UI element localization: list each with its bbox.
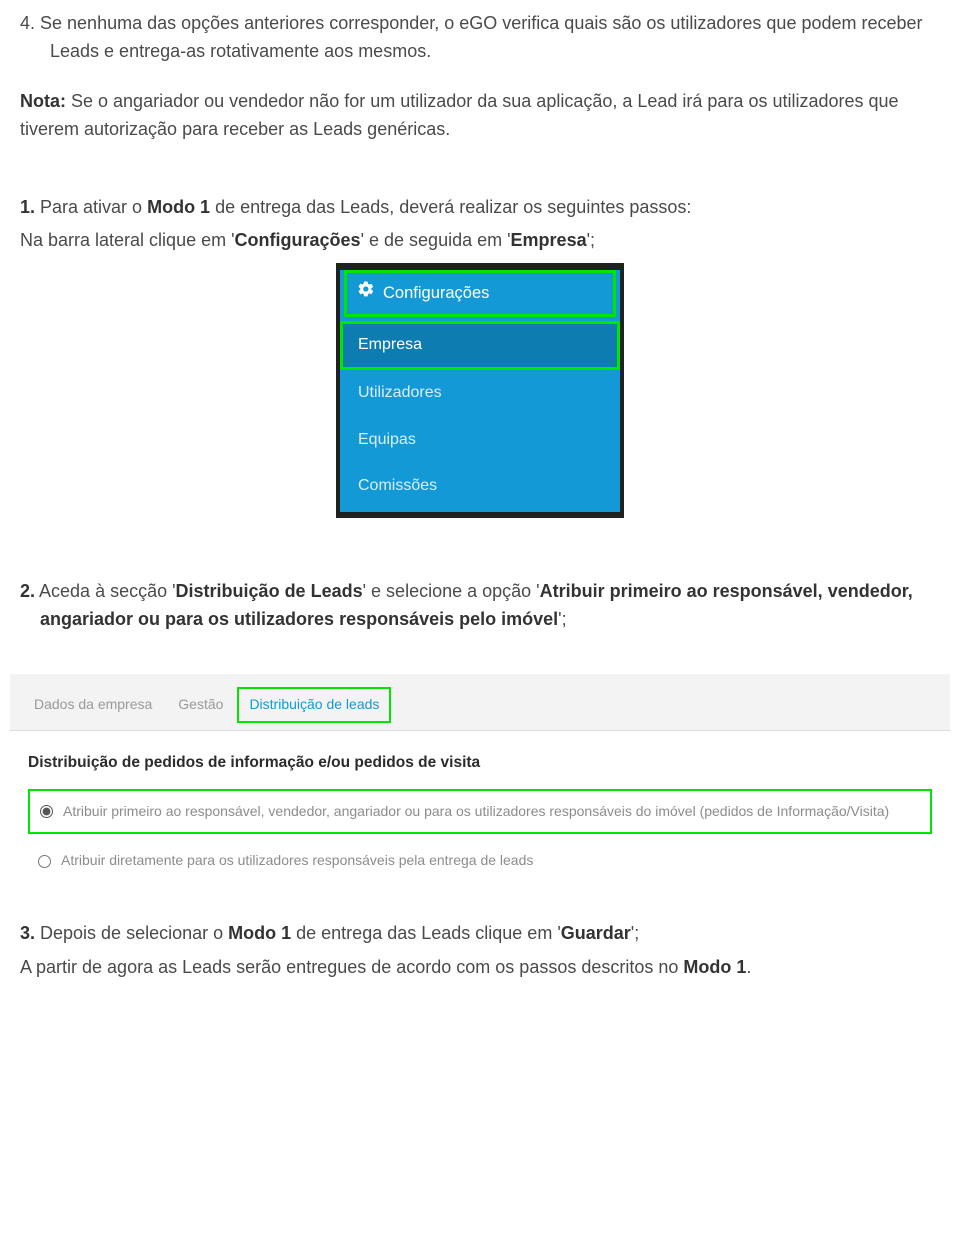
step-2: 2. Aceda à secção 'Distribuição de Leads… (20, 578, 940, 634)
step-number: 3. (20, 923, 35, 943)
radio-input-1[interactable] (40, 805, 53, 818)
text-bold: Modo 1 (683, 957, 746, 977)
text: de entrega das Leads clique em ' (291, 923, 561, 943)
text-bold: Empresa (511, 230, 587, 250)
text: . (746, 957, 751, 977)
sidebar-item-label: Configurações (383, 281, 489, 307)
text-bold: Guardar (561, 923, 631, 943)
text-bold: Distribuição de Leads (176, 581, 363, 601)
step-number: 1. (20, 197, 35, 217)
radio-input-2[interactable] (38, 855, 51, 868)
sidebar-item-label: Empresa (358, 336, 422, 353)
panel-title: Distribuição de pedidos de informação e/… (28, 751, 932, 775)
tab-dados-empresa[interactable]: Dados da empresa (34, 694, 152, 716)
tab-gestao[interactable]: Gestão (178, 694, 223, 716)
radio-label: Atribuir diretamente para os utilizadore… (61, 850, 533, 872)
radio-label: Atribuir primeiro ao responsável, vended… (63, 801, 889, 823)
text-bold: Configurações (235, 230, 361, 250)
sidebar-item-comissoes[interactable]: Comissões (340, 463, 620, 510)
sidebar-item-empresa[interactable]: Empresa (340, 321, 620, 370)
note-body: Se o angariador ou vendedor não for um u… (20, 91, 899, 139)
step-3-line-2: A partir de agora as Leads serão entregu… (20, 954, 940, 982)
text-bold: Modo 1 (147, 197, 210, 217)
sidebar-item-utilizadores[interactable]: Utilizadores (340, 370, 620, 417)
tab-distribuicao-leads[interactable]: Distribuição de leads (237, 687, 391, 723)
text: Aceda à secção ' (35, 581, 176, 601)
sidebar-item-config[interactable]: Configurações (344, 270, 616, 317)
text: ' e de seguida em ' (361, 230, 511, 250)
note-paragraph: Nota: Se o angariador ou vendedor não fo… (20, 88, 940, 144)
sidebar-screenshot: Configurações Empresa Utilizadores Equip… (336, 263, 624, 518)
sidebar-item-label: Equipas (358, 431, 416, 448)
text: Depois de selecionar o (35, 923, 228, 943)
text: A partir de agora as Leads serão entregu… (20, 957, 683, 977)
text-bold: Modo 1 (228, 923, 291, 943)
text: Para ativar o (35, 197, 147, 217)
list-number: 4. (20, 13, 40, 33)
step-number: 2. (20, 581, 35, 601)
text: Na barra lateral clique em ' (20, 230, 235, 250)
step-3-line-1: 3. Depois de selecionar o Modo 1 de entr… (20, 920, 940, 948)
note-label: Nota: (20, 91, 66, 111)
gear-icon (357, 280, 375, 307)
radio-option-1[interactable]: Atribuir primeiro ao responsável, vended… (28, 789, 932, 835)
text: de entrega das Leads, deverá realizar os… (210, 197, 691, 217)
text: ' e selecione a opção ' (363, 581, 540, 601)
sidebar-item-label: Utilizadores (358, 384, 442, 401)
tabs-bar: Dados da empresa Gestão Distribuição de … (10, 674, 950, 731)
radio-option-2[interactable]: Atribuir diretamente para os utilizadore… (28, 840, 932, 882)
step-1-line-2: Na barra lateral clique em 'Configuraçõe… (20, 227, 940, 255)
list-item-4: 4. Se nenhuma das opções anteriores corr… (20, 10, 940, 66)
text: '; (587, 230, 595, 250)
list-text: Se nenhuma das opções anteriores corresp… (40, 13, 923, 61)
text: '; (558, 609, 566, 629)
sidebar-item-equipas[interactable]: Equipas (340, 417, 620, 464)
settings-panel-screenshot: Dados da empresa Gestão Distribuição de … (10, 674, 950, 890)
step-1-line-1: 1. Para ativar o Modo 1 de entrega das L… (20, 194, 940, 222)
sidebar-item-label: Comissões (358, 477, 437, 494)
text: '; (631, 923, 639, 943)
